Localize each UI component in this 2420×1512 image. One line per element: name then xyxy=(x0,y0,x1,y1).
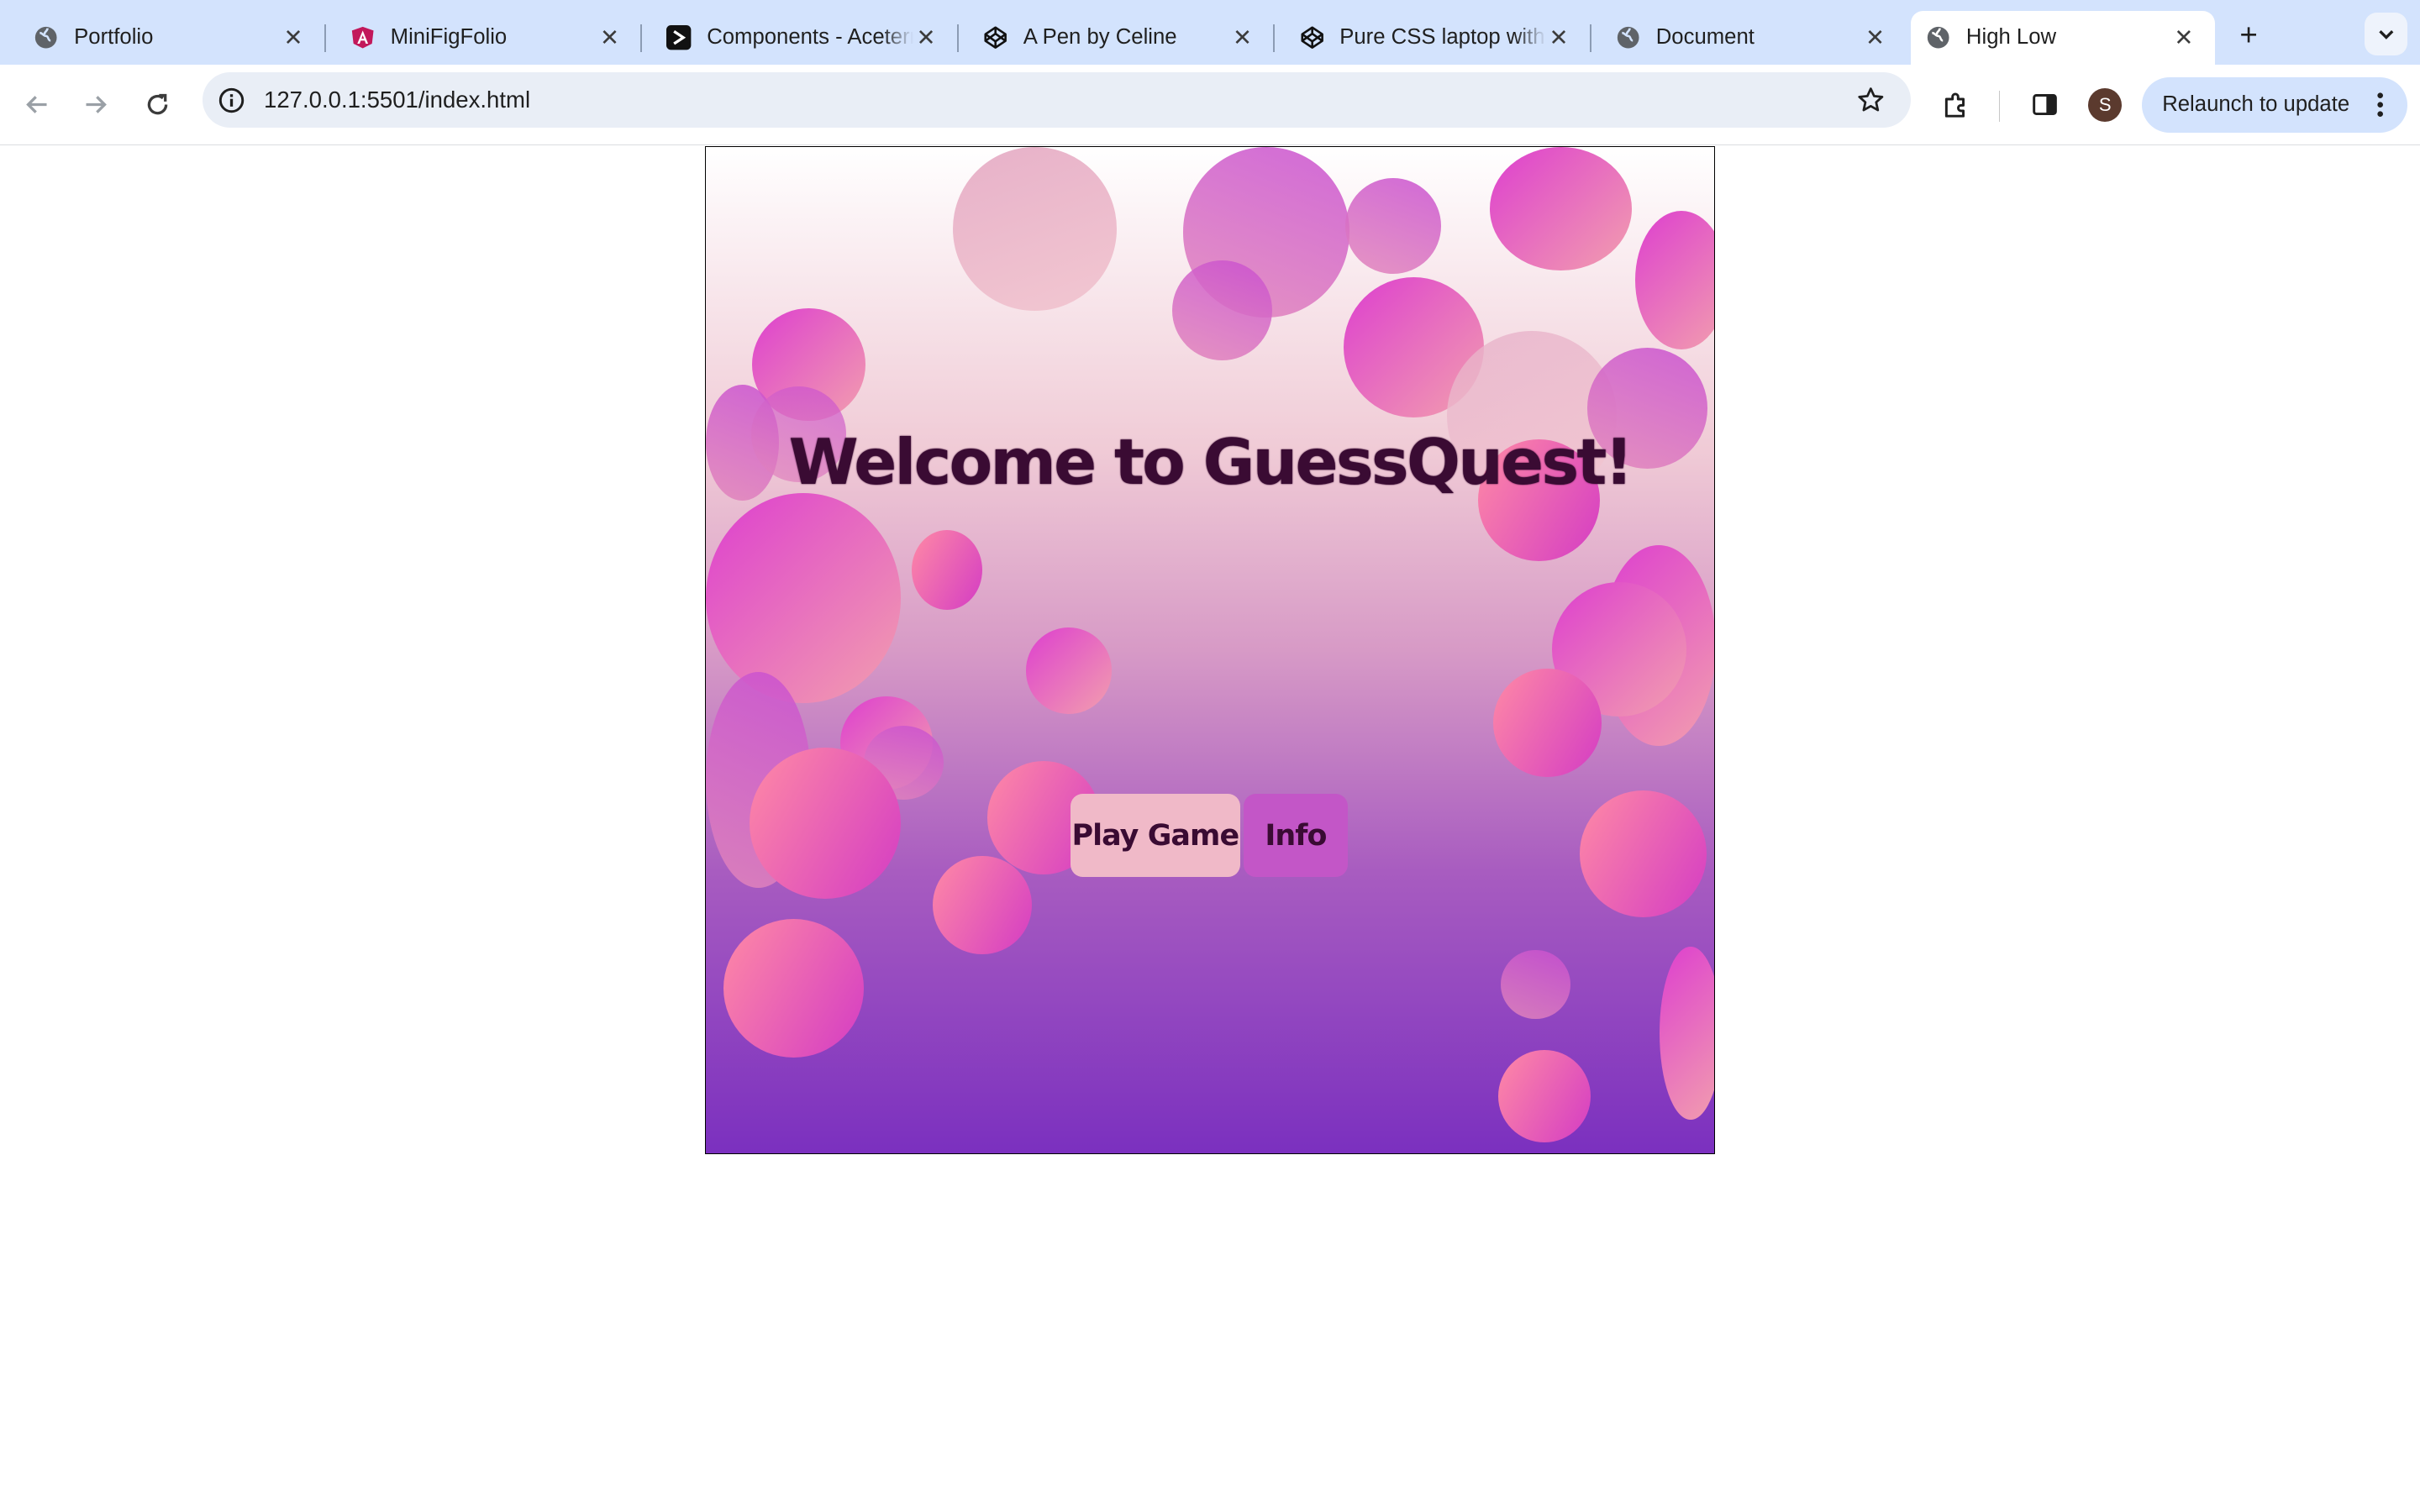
aceternity-logo-icon xyxy=(666,25,692,50)
page-title: Welcome to GuessQuest! xyxy=(788,425,1634,500)
tab-pure-css-laptop[interactable]: Pure CSS laptop with ✕ xyxy=(1265,11,1591,65)
tab-pen-by-celine[interactable]: A Pen by Celine ✕ xyxy=(950,11,1276,65)
globe-icon xyxy=(1616,25,1640,50)
background-bubble xyxy=(723,918,864,1058)
side-panel-button[interactable] xyxy=(2027,87,2064,123)
close-icon[interactable]: ✕ xyxy=(281,24,305,50)
close-icon[interactable]: ✕ xyxy=(597,24,622,50)
chevron-down-icon xyxy=(2379,29,2394,39)
relaunch-label: Relaunch to update xyxy=(2162,92,2350,117)
toolbar-divider xyxy=(1998,91,2001,123)
play-game-button[interactable]: Play Game xyxy=(1070,794,1240,878)
background-bubble xyxy=(1497,1049,1591,1143)
background-bubble xyxy=(1025,627,1113,714)
close-icon[interactable]: ✕ xyxy=(1863,24,1887,50)
tab-strip: Portfolio ✕ MiniFigFolio ✕ Components - … xyxy=(0,0,2420,66)
avatar[interactable]: S xyxy=(2088,87,2123,123)
tab-components-aceternity[interactable]: Components - Aceternity UI ✕ xyxy=(633,11,959,65)
info-icon[interactable] xyxy=(218,87,245,114)
tab-search-button[interactable] xyxy=(2364,12,2408,56)
background-bubble xyxy=(1579,790,1707,917)
tab-title: Document xyxy=(1655,25,1754,50)
background-bubble xyxy=(1344,178,1441,275)
background-bubble xyxy=(1490,147,1633,271)
tab-high-low[interactable]: High Low ✕ xyxy=(1910,10,2215,66)
relaunch-button[interactable]: Relaunch to update xyxy=(2142,76,2408,133)
background-bubble xyxy=(953,147,1117,312)
close-icon[interactable]: ✕ xyxy=(1546,24,1570,50)
side-panel-icon xyxy=(2033,94,2057,116)
tab-title: A Pen by Celine xyxy=(1023,25,1177,50)
url-text[interactable]: 127.0.0.1:5501/index.html xyxy=(264,87,530,113)
star-icon[interactable] xyxy=(1855,85,1886,116)
background-bubble xyxy=(749,747,901,899)
info-button[interactable]: Info xyxy=(1243,794,1349,878)
arrow-right-icon xyxy=(86,96,108,114)
background-bubble xyxy=(911,529,983,611)
address-bar[interactable]: 127.0.0.1:5501/index.html xyxy=(202,72,1911,129)
background-bubble xyxy=(1493,669,1602,777)
reload-button[interactable] xyxy=(136,83,179,126)
tab-title: High Low xyxy=(1965,25,2057,50)
tab-document[interactable]: Document ✕ xyxy=(1582,11,1907,65)
reload-icon xyxy=(147,94,168,115)
angular-logo-icon xyxy=(350,25,375,50)
background-bubble xyxy=(1635,210,1714,350)
close-icon[interactable]: ✕ xyxy=(2171,24,2196,50)
tab-title: Components - Aceternity UI xyxy=(707,25,913,50)
close-icon[interactable]: ✕ xyxy=(913,24,938,50)
puzzle-icon xyxy=(1944,92,1965,118)
background-bubble xyxy=(1172,260,1273,360)
new-tab-button[interactable]: + xyxy=(2228,15,2269,55)
globe-icon xyxy=(34,25,58,50)
arrow-left-icon xyxy=(25,96,47,114)
more-menu-icon[interactable] xyxy=(2365,90,2396,121)
background-bubble xyxy=(1660,946,1714,1120)
back-button[interactable] xyxy=(15,83,58,126)
tab-portfolio[interactable]: Portfolio ✕ xyxy=(0,11,326,65)
tab-title: Pure CSS laptop with xyxy=(1339,25,1545,50)
background-bubble xyxy=(933,855,1032,955)
tab-minifigfolio[interactable]: MiniFigFolio ✕ xyxy=(317,11,643,65)
background-bubble xyxy=(706,492,901,703)
codepen-logo-icon xyxy=(983,25,1007,50)
browser-toolbar: 127.0.0.1:5501/index.html S Relaunch to … xyxy=(0,65,2420,145)
close-icon[interactable]: ✕ xyxy=(1230,24,1255,50)
tab-title: Portfolio xyxy=(74,25,154,50)
background-bubble xyxy=(1501,949,1570,1020)
forward-button[interactable] xyxy=(74,83,117,126)
game-container: Welcome to GuessQuest! Play Game Info xyxy=(705,146,1715,1154)
extensions-button[interactable] xyxy=(1937,87,1974,123)
globe-icon xyxy=(1926,25,1950,50)
codepen-logo-icon xyxy=(1300,25,1324,50)
tab-title: MiniFigFolio xyxy=(390,25,508,50)
